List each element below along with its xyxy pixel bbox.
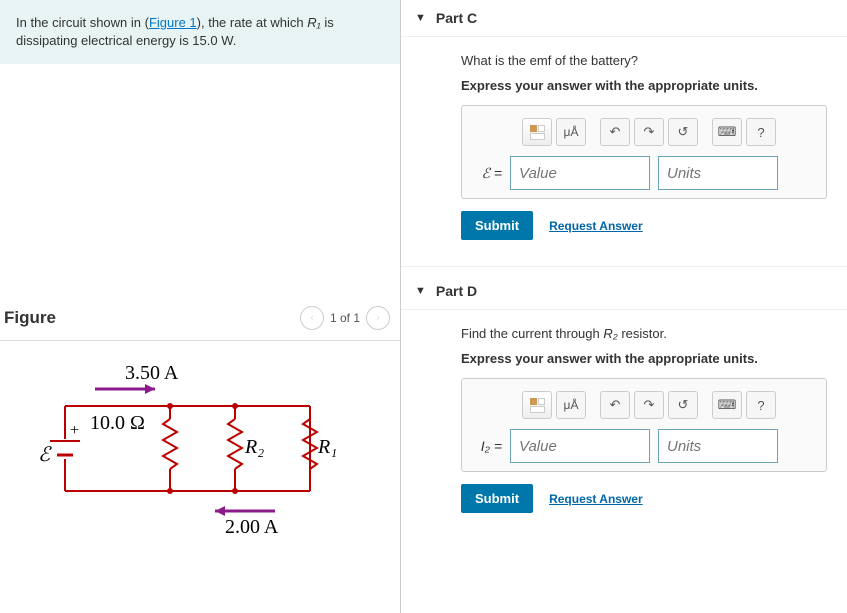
part-c-body: What is the emf of the battery? Express … bbox=[401, 37, 847, 260]
figure-next-button[interactable]: › bbox=[366, 306, 390, 330]
part-c-request-answer-link[interactable]: Request Answer bbox=[549, 219, 643, 233]
part-c-question: What is the emf of the battery? bbox=[461, 53, 827, 68]
templates-icon bbox=[530, 125, 545, 140]
circuit-diagram: 3.50 A + ℰ 10.0 Ω bbox=[10, 361, 340, 541]
units-button[interactable]: μÅ bbox=[556, 391, 586, 419]
part-c-instruction: Express your answer with the appropriate… bbox=[461, 78, 827, 93]
templates-icon bbox=[530, 398, 545, 413]
help-button[interactable]: ? bbox=[746, 391, 776, 419]
r2-label: R₂ bbox=[244, 436, 264, 458]
figure-header: Figure ‹ 1 of 1 › bbox=[0, 294, 400, 341]
problem-var: R₁ bbox=[307, 15, 321, 30]
part-c-toolbar: μÅ ↶ ↷ ↺ ⌨ ? bbox=[472, 114, 816, 156]
battery-plus: + bbox=[70, 422, 79, 439]
collapse-icon: ▼ bbox=[415, 12, 426, 24]
units-button[interactable]: μÅ bbox=[556, 118, 586, 146]
templates-button[interactable] bbox=[522, 118, 552, 146]
figure-title: Figure bbox=[0, 308, 56, 328]
part-d-question: Find the current through R₂ resistor. bbox=[461, 326, 827, 341]
current-bottom-label: 2.00 A bbox=[225, 516, 279, 538]
part-c-units-input[interactable] bbox=[658, 156, 778, 190]
part-d-request-answer-link[interactable]: Request Answer bbox=[549, 492, 643, 506]
part-c-submit-button[interactable]: Submit bbox=[461, 211, 533, 240]
part-c-value-input[interactable] bbox=[510, 156, 650, 190]
part-c-var-label: ℰ = bbox=[472, 165, 502, 182]
figure-page-indicator: 1 of 1 bbox=[330, 311, 360, 325]
problem-statement: In the circuit shown in (Figure 1), the … bbox=[0, 0, 400, 64]
collapse-icon: ▼ bbox=[415, 285, 426, 297]
part-d-var-label: I₂ = bbox=[472, 438, 502, 454]
part-d-submit-button[interactable]: Submit bbox=[461, 484, 533, 513]
part-c-title: Part C bbox=[436, 10, 477, 26]
part-d-toolbar: μÅ ↶ ↷ ↺ ⌨ ? bbox=[472, 387, 816, 429]
current-top-label: 3.50 A bbox=[125, 362, 179, 384]
undo-button[interactable]: ↶ bbox=[600, 391, 630, 419]
part-d-answer-box: μÅ ↶ ↷ ↺ ⌨ ? I₂ = bbox=[461, 378, 827, 472]
part-d-title: Part D bbox=[436, 283, 477, 299]
undo-button[interactable]: ↶ bbox=[600, 118, 630, 146]
part-d-instruction: Express your answer with the appropriate… bbox=[461, 351, 827, 366]
help-button[interactable]: ? bbox=[746, 118, 776, 146]
figure-prev-button[interactable]: ‹ bbox=[300, 306, 324, 330]
reset-button[interactable]: ↺ bbox=[668, 118, 698, 146]
figure-link[interactable]: Figure 1 bbox=[149, 15, 197, 30]
redo-button[interactable]: ↷ bbox=[634, 118, 664, 146]
part-d-value-input[interactable] bbox=[510, 429, 650, 463]
part-c-answer-box: μÅ ↶ ↷ ↺ ⌨ ? ℰ = bbox=[461, 105, 827, 199]
figure-pager: ‹ 1 of 1 › bbox=[300, 306, 390, 330]
part-c-header[interactable]: ▼ Part C bbox=[401, 0, 847, 37]
keyboard-button[interactable]: ⌨ bbox=[712, 391, 742, 419]
part-d-body: Find the current through R₂ resistor. Ex… bbox=[401, 310, 847, 533]
problem-text-1: In the circuit shown in ( bbox=[16, 15, 149, 30]
templates-button[interactable] bbox=[522, 391, 552, 419]
emf-label: ℰ bbox=[38, 444, 52, 466]
r1-label: R₁ bbox=[317, 436, 337, 458]
reset-button[interactable]: ↺ bbox=[668, 391, 698, 419]
part-d-header[interactable]: ▼ Part D bbox=[401, 273, 847, 310]
problem-text-2: ), the rate at which bbox=[197, 15, 308, 30]
r-series-label: 10.0 Ω bbox=[90, 412, 145, 434]
part-d-units-input[interactable] bbox=[658, 429, 778, 463]
figure-area: 3.50 A + ℰ 10.0 Ω bbox=[0, 341, 400, 564]
keyboard-button[interactable]: ⌨ bbox=[712, 118, 742, 146]
redo-button[interactable]: ↷ bbox=[634, 391, 664, 419]
